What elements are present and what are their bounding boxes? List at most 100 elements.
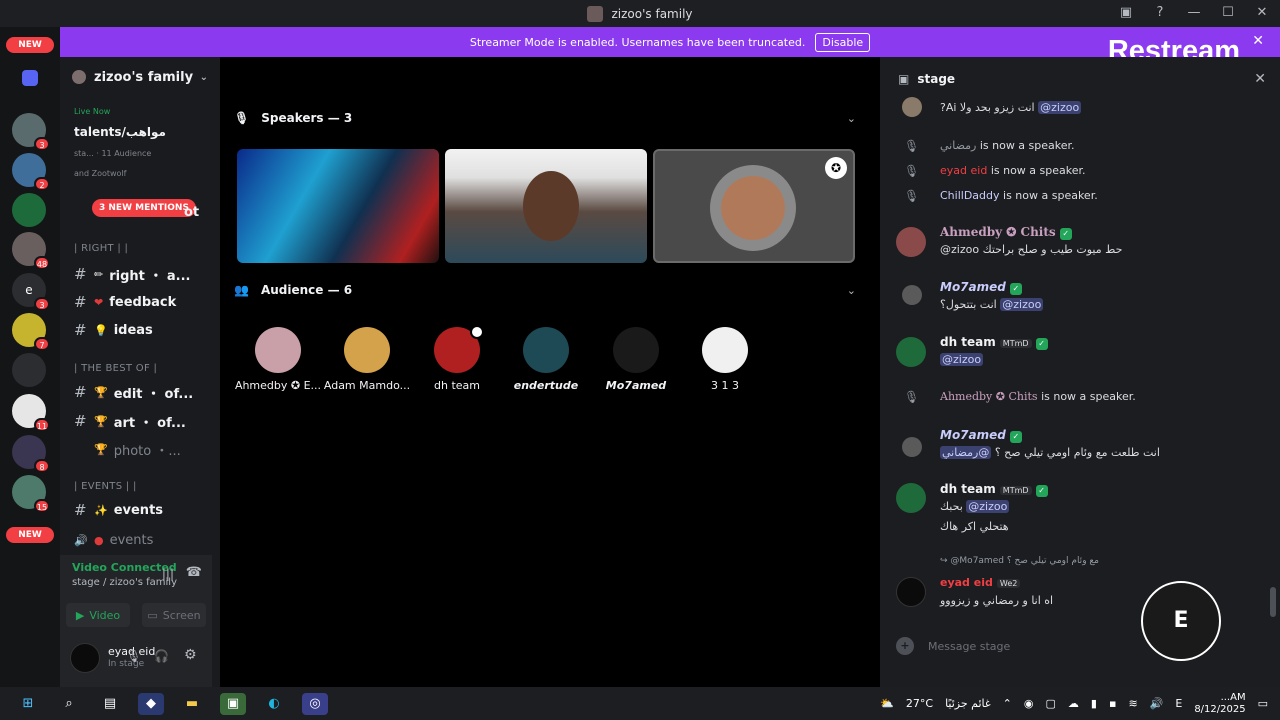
category-best[interactable]: | THE BEST OF | bbox=[74, 363, 157, 374]
new-pill-bottom[interactable]: NEW bbox=[6, 527, 54, 543]
category-events[interactable]: | EVENTS | | bbox=[74, 481, 137, 492]
discord-taskbar-icon[interactable]: ◎ bbox=[302, 692, 328, 715]
avatar[interactable] bbox=[896, 483, 926, 513]
server-icon-5[interactable]: e3 bbox=[12, 273, 50, 311]
audience-member[interactable]: dh team bbox=[412, 325, 502, 392]
avatar[interactable] bbox=[902, 285, 922, 305]
speaker-tile-2[interactable] bbox=[445, 149, 647, 263]
message-author[interactable]: Ahmedby ✪ Chits bbox=[940, 225, 1056, 239]
battery-icon[interactable]: ▮ bbox=[1091, 697, 1097, 710]
edge-icon[interactable]: ◐ bbox=[261, 693, 287, 715]
user-avatar[interactable] bbox=[70, 643, 100, 673]
avatar[interactable] bbox=[896, 227, 926, 257]
channel-feedback[interactable]: # ❤ feedback bbox=[60, 291, 220, 313]
store-icon[interactable]: ▣ bbox=[220, 692, 246, 715]
message-input[interactable]: Message stage bbox=[928, 640, 1010, 653]
file-explorer-icon[interactable]: ▬ bbox=[179, 693, 205, 715]
system-user[interactable]: eyad eid bbox=[940, 164, 987, 177]
message-author[interactable]: Mo7amed bbox=[940, 280, 1006, 294]
headphones-icon[interactable]: 🎧 bbox=[154, 649, 169, 663]
record-icon[interactable]: ◉ bbox=[1024, 697, 1034, 710]
speaker-tile-3[interactable]: ✪ bbox=[653, 149, 855, 263]
chat-scrollbar[interactable] bbox=[1270, 587, 1276, 617]
copilot-icon[interactable]: ◆ bbox=[138, 692, 164, 715]
signal-icon[interactable]: ||| bbox=[162, 567, 174, 581]
close-chat-icon[interactable]: ✕ bbox=[1254, 71, 1266, 87]
volume-icon[interactable]: 🔊 bbox=[1150, 697, 1164, 710]
avatar[interactable] bbox=[896, 337, 926, 367]
message-author[interactable]: eyad eid bbox=[940, 576, 993, 589]
chevron-up-icon[interactable]: ⌃ bbox=[1003, 697, 1012, 710]
close-icon[interactable]: ✕ bbox=[1254, 5, 1270, 21]
cloud-icon[interactable]: ☁ bbox=[1068, 697, 1079, 710]
channel-art[interactable]: # 🏆 art ・ of... bbox=[60, 410, 220, 432]
speaker-tile-1[interactable] bbox=[237, 149, 439, 263]
channel-photo[interactable]: 🏆 photo ・... bbox=[60, 438, 220, 460]
avatar[interactable] bbox=[896, 577, 926, 607]
chevron-down-icon[interactable]: ⌄ bbox=[847, 112, 856, 125]
mention[interactable]: @zizoo bbox=[1038, 101, 1082, 114]
server-icon-2[interactable]: 2 bbox=[12, 153, 50, 191]
language-indicator[interactable]: E bbox=[1175, 697, 1182, 710]
audience-member[interactable]: 3 1 3 bbox=[680, 327, 770, 392]
wifi-icon[interactable]: ≋ bbox=[1128, 697, 1137, 710]
channel-ideas[interactable]: # 💡 ideas bbox=[60, 319, 220, 341]
server-icon-9[interactable]: 8 bbox=[12, 435, 50, 473]
server-icon-7[interactable] bbox=[12, 353, 46, 387]
system-user[interactable]: ChillDaddy bbox=[940, 189, 1000, 202]
notifications-icon[interactable]: ▭ bbox=[1258, 697, 1268, 710]
inbox-icon[interactable]: ▣ bbox=[1118, 5, 1134, 21]
server-icon-4[interactable]: 48 bbox=[12, 232, 50, 270]
minimize-icon[interactable]: — bbox=[1186, 5, 1202, 21]
audience-member[interactable]: endertude bbox=[501, 327, 591, 392]
system-user[interactable]: رمضاني bbox=[940, 139, 976, 152]
maximize-icon[interactable]: ☐ bbox=[1220, 5, 1236, 21]
screen-button[interactable]: ▭ Screen bbox=[142, 603, 206, 627]
system-user[interactable]: Ahmedby ✪ Chits bbox=[940, 390, 1038, 403]
windows-start-icon[interactable]: ⊞ bbox=[15, 693, 41, 715]
server-icon-3[interactable] bbox=[12, 193, 46, 227]
audience-member[interactable]: Adam Mamdo... bbox=[322, 327, 412, 392]
task-view-icon[interactable]: ▤ bbox=[97, 693, 123, 715]
add-attachment-icon[interactable]: + bbox=[896, 637, 914, 655]
clock[interactable]: ...AM 8/12/2025 bbox=[1194, 692, 1245, 716]
avatar[interactable] bbox=[902, 437, 922, 457]
mention[interactable]: @zizoo bbox=[940, 353, 984, 366]
audience-member[interactable]: Ahmedby ✪ E... bbox=[233, 327, 323, 392]
channel-edit[interactable]: # 🏆 edit ・ of... bbox=[60, 381, 220, 403]
server-icon-6[interactable]: 7 bbox=[12, 313, 50, 351]
server-icon-10[interactable]: 15 bbox=[12, 475, 50, 513]
server-icon-1[interactable]: 3 bbox=[12, 113, 50, 151]
help-icon[interactable]: ? bbox=[1152, 5, 1168, 21]
disable-button[interactable]: Disable bbox=[815, 32, 871, 52]
mention[interactable]: @رمضاني bbox=[940, 446, 992, 459]
mic-icon[interactable]: 🎙 bbox=[126, 649, 141, 663]
mention[interactable]: @zizoo bbox=[966, 500, 1010, 513]
category-right[interactable]: | RIGHT | | bbox=[74, 243, 128, 254]
tray-app-icon[interactable]: ▪ bbox=[1109, 697, 1116, 710]
server-icon-8[interactable]: 11 bbox=[12, 394, 50, 432]
channel-events[interactable]: # ✨ events bbox=[60, 499, 220, 521]
settings-gear-icon[interactable]: ⚙ bbox=[184, 647, 197, 663]
message-author[interactable]: dh team bbox=[940, 482, 996, 496]
voice-channel-events[interactable]: 🔊 ● events bbox=[60, 529, 220, 551]
new-mentions-pill[interactable]: 3 NEW MENTIONS bbox=[92, 199, 196, 217]
channel-right[interactable]: # ✏ right ・ a... bbox=[60, 263, 220, 285]
message-author[interactable]: dh team bbox=[940, 335, 996, 349]
dm-home-icon[interactable] bbox=[22, 70, 38, 86]
mention[interactable]: @zizoo bbox=[1000, 298, 1044, 311]
disconnect-icon[interactable]: ☎ bbox=[186, 565, 202, 580]
banner-close-icon[interactable]: ✕ bbox=[1252, 33, 1264, 49]
new-pill-top[interactable]: NEW bbox=[6, 37, 54, 53]
search-icon[interactable]: ⌕ bbox=[56, 693, 82, 715]
guild-header[interactable]: zizoo's family ⌄ bbox=[60, 57, 220, 97]
app-tray-icon[interactable]: ▢ bbox=[1046, 697, 1056, 710]
reply-preview[interactable]: ↪ @Mo7amed مع وئام اومي تيلي صح ؟ bbox=[940, 556, 1099, 566]
audience-member[interactable]: Mo7amed bbox=[591, 327, 681, 392]
chevron-down-icon[interactable]: ⌄ bbox=[200, 72, 208, 83]
live-stage-channel[interactable]: talents/مواهب bbox=[74, 125, 166, 139]
avatar[interactable] bbox=[902, 97, 922, 117]
chevron-down-icon[interactable]: ⌄ bbox=[847, 284, 856, 297]
video-button[interactable]: ▶ Video bbox=[66, 603, 130, 627]
message-author[interactable]: Mo7amed bbox=[940, 428, 1006, 442]
